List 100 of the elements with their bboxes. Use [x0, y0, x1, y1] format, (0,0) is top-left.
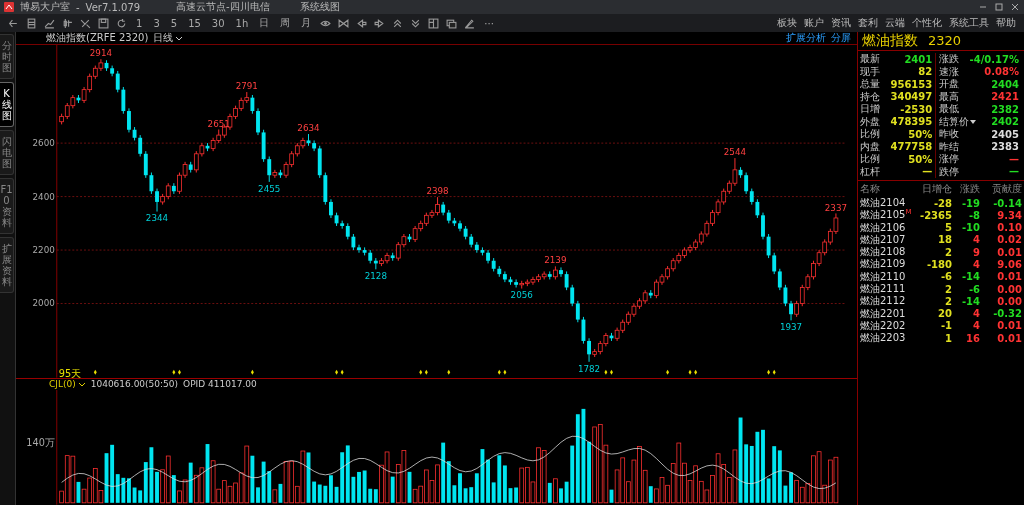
menu-item[interactable]: 帮助: [996, 16, 1016, 30]
table-cell-text: -14: [960, 271, 980, 283]
table-cell-text: -6: [967, 283, 980, 295]
split-link[interactable]: 分屏: [831, 31, 851, 45]
price-mark: 2344: [145, 213, 169, 224]
table-cell-text: 0.01: [996, 271, 1022, 283]
table-cell-text: -0.32: [992, 308, 1022, 320]
stat-label: 杠杆: [860, 164, 880, 179]
table-cell-text: 9.06: [996, 259, 1022, 270]
price-mark: 2651: [207, 118, 230, 129]
menu-item[interactable]: 套利: [858, 16, 878, 30]
menu-item[interactable]: 板块: [777, 16, 797, 30]
menu-item[interactable]: 账户: [804, 16, 824, 30]
table-cell-text: -1: [939, 320, 952, 332]
table-cell-text: 5: [944, 222, 952, 234]
price-axis-label: 2000: [32, 298, 55, 309]
period-dropdown[interactable]: 日线: [153, 31, 174, 45]
server-node[interactable]: 高速云节点-四川电信: [176, 0, 270, 14]
table-cell-text: 9.34: [996, 209, 1022, 221]
table-cell-text: 20: [937, 308, 952, 320]
view-name[interactable]: 系统线图: [299, 0, 340, 14]
side-tab[interactable]: F10资料: [0, 178, 14, 234]
column-header: 涨跌: [959, 181, 980, 196]
stat-value: 2383: [990, 141, 1020, 153]
stat-label: 速涨: [939, 64, 960, 79]
stat-value: 2421: [990, 91, 1020, 103]
period-button[interactable]: 3: [151, 17, 162, 29]
contract-name[interactable]: 燃油2108: [860, 245, 918, 260]
period-button[interactable]: 30: [209, 17, 227, 29]
table-cell-text: -10: [960, 222, 980, 234]
stat-value: —: [921, 166, 934, 178]
volume-value: 1040616.00(50:50): [90, 379, 179, 390]
contract-name[interactable]: 燃油2104: [860, 196, 918, 210]
price-mark: 2914: [89, 48, 113, 59]
price-mark: 2634: [297, 123, 320, 134]
contract-name[interactable]: 燃油2107: [860, 232, 918, 247]
column-header: 日增仓: [921, 181, 952, 196]
period-button[interactable]: 月: [299, 16, 314, 30]
stat-label: 比例: [860, 127, 880, 141]
indicator-name[interactable]: CJL(0): [49, 379, 76, 390]
stat-value: 50%: [907, 153, 934, 165]
table-cell-text: 0.01: [996, 332, 1022, 344]
table-cell-text: -0.14: [992, 197, 1022, 209]
instrument-name: 燃油指数: [862, 32, 918, 50]
contract-name[interactable]: 燃油2110: [860, 269, 918, 284]
period-button[interactable]: 1h: [233, 17, 251, 29]
side-tab[interactable]: 分时图: [0, 34, 14, 79]
stat-value: —: [1008, 153, 1020, 165]
menu-item[interactable]: 资讯: [831, 16, 851, 30]
stat-label: 涨跌: [939, 52, 960, 67]
price-mark: 1937: [779, 322, 803, 333]
menu-item[interactable]: 个性化: [912, 16, 942, 30]
side-tab[interactable]: 闪电图: [0, 130, 14, 175]
side-tab[interactable]: K线图: [0, 82, 14, 127]
table-cell-text: 4: [972, 234, 980, 246]
opid-value: OPID 411017.00: [183, 379, 257, 390]
price-axis-label: 2400: [32, 191, 55, 202]
menu-item[interactable]: 系统工具: [949, 16, 989, 30]
contract-name[interactable]: 燃油2202: [860, 318, 918, 333]
contract-name[interactable]: 燃油2106: [860, 220, 918, 235]
price-mark: 2455: [258, 183, 281, 194]
table-cell-text: 0.02: [996, 234, 1022, 246]
table-cell-text: -2365: [919, 209, 952, 221]
contract-name[interactable]: 燃油2109: [860, 257, 918, 272]
stat-value: 82: [917, 66, 934, 78]
table-cell-text: 2: [944, 295, 952, 307]
instrument-price: 2320: [928, 33, 962, 48]
period-button[interactable]: 周: [278, 16, 293, 30]
volume-axis-label: 140万: [26, 437, 55, 449]
stat-label: 最低: [939, 102, 960, 117]
price-mark: 2398: [426, 186, 449, 197]
price-axis-label: 2600: [32, 138, 55, 149]
analysis-link[interactable]: 扩展分析: [786, 31, 826, 45]
price-mark: 2128: [364, 271, 387, 282]
period-button[interactable]: 日: [257, 16, 272, 30]
contract-name[interactable]: 燃油2105$^{M}$: [860, 208, 918, 223]
side-tab[interactable]: 扩展资料: [0, 237, 14, 293]
stat-label: 昨收: [939, 127, 960, 142]
app-title: 博易大户室: [20, 0, 70, 14]
contract-name[interactable]: 燃油2111: [860, 282, 918, 297]
contract-name[interactable]: 燃油2112: [860, 294, 918, 309]
stat-label: 最新: [860, 52, 880, 67]
column-header: 贡献度: [991, 181, 1022, 196]
period-button[interactable]: 15: [186, 17, 203, 29]
table-cell-text: -28: [932, 197, 952, 209]
period-button[interactable]: 1: [134, 17, 145, 29]
more-button[interactable]: ···: [482, 17, 496, 29]
menu-item[interactable]: 云端: [885, 16, 905, 30]
stat-value: 478395: [889, 116, 934, 128]
table-cell-text: 4: [972, 259, 980, 270]
stat-label: 外盘: [860, 114, 880, 128]
symbol-title: 燃油指数(ZRFE 2320): [46, 31, 149, 45]
stat-value: —: [1008, 166, 1020, 178]
contract-name[interactable]: 燃油2201: [860, 306, 918, 321]
table-cell-text: 0.01: [996, 320, 1022, 332]
contract-name[interactable]: 燃油2203: [860, 331, 918, 346]
period-button[interactable]: 5: [168, 17, 180, 29]
table-cell-text: 4: [972, 308, 980, 320]
table-cell-text: 0.01: [996, 246, 1022, 258]
table-cell-text: 9: [972, 246, 980, 258]
